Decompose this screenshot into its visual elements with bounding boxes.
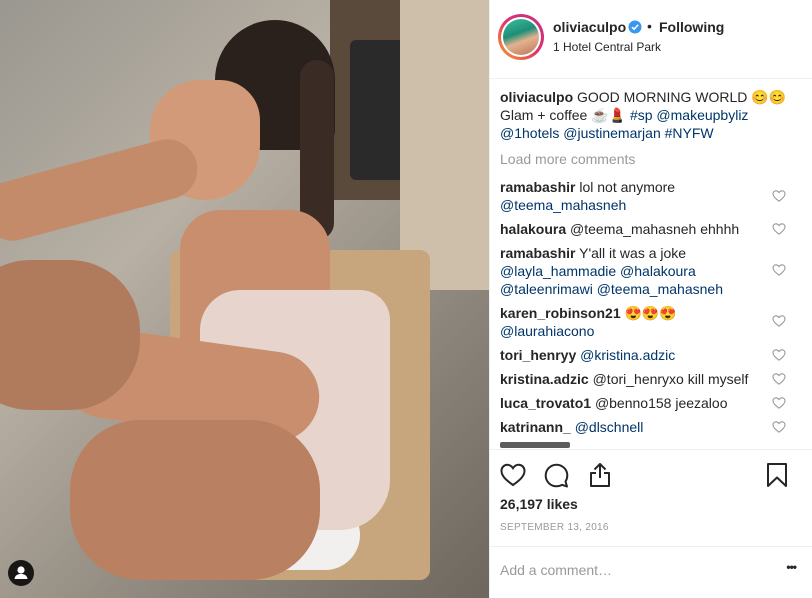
comment-text: lol not anymore <box>579 179 676 195</box>
post-actions: 26,197 likes SEPTEMBER 13, 2016 Add a co… <box>490 449 812 593</box>
comment-username[interactable]: ramabashir <box>500 179 575 195</box>
comment-item: tori_henryy @kristina.adzic <box>500 346 776 364</box>
comment-box-divider <box>490 546 812 547</box>
heart-icon[interactable] <box>772 189 786 203</box>
comment-mention[interactable]: @kristina.adzic <box>580 347 675 363</box>
post-date[interactable]: SEPTEMBER 13, 2016 <box>500 522 609 533</box>
comment-item: karen_robinson21 😍😍😍 @laurahiacono <box>500 304 776 340</box>
heart-icon[interactable] <box>772 348 786 362</box>
following-button[interactable]: Following <box>659 19 724 35</box>
comment-text: @benno158 jeezaloo <box>594 395 728 411</box>
comment-username[interactable]: ramabashir <box>500 245 575 261</box>
mention-justinemarjan[interactable]: @justinemarjan <box>563 125 660 141</box>
post-header: oliviaculpo • Following 1 Hotel Central … <box>490 0 812 79</box>
heart-icon[interactable] <box>772 420 786 434</box>
comment-mention[interactable]: @dlschnell <box>575 419 644 435</box>
heart-icon[interactable] <box>772 372 786 386</box>
post-sidebar: oliviaculpo • Following 1 Hotel Central … <box>489 0 812 598</box>
comment-item-partial <box>500 442 570 448</box>
comment-username[interactable]: kristina.adzic <box>500 371 589 387</box>
comment-icon[interactable] <box>544 463 569 488</box>
legs <box>70 420 320 580</box>
header-username[interactable]: oliviaculpo <box>553 19 626 35</box>
comment-text: 😍😍😍 <box>624 305 677 321</box>
comment-mention[interactable]: @taleenrimawi @teema_mahasneh <box>500 281 723 297</box>
bookmark-icon[interactable] <box>766 462 788 488</box>
user-tag-icon[interactable] <box>8 560 34 586</box>
heart-icon[interactable] <box>772 263 786 277</box>
caption-username[interactable]: oliviaculpo <box>500 89 573 105</box>
comment-mention[interactable]: @teema_mahasneh <box>500 197 626 213</box>
makeup-artist-arm-lower <box>0 260 140 410</box>
comment-item: ramabashir lol not anymore @teema_mahasn… <box>500 178 776 214</box>
wood-panel <box>400 0 489 290</box>
load-more-comments-button[interactable]: Load more comments <box>500 151 635 167</box>
heart-icon[interactable] <box>772 396 786 410</box>
caption-text-2: Glam + coffee ☕️💄 <box>500 107 627 123</box>
post-photo[interactable] <box>0 0 489 598</box>
caption-text: GOOD MORNING WORLD 😊😊 <box>577 89 787 105</box>
avatar[interactable] <box>498 14 544 60</box>
comment-username[interactable]: halakoura <box>500 221 566 237</box>
comment-mention[interactable]: @layla_hammadie @halakoura <box>500 263 696 279</box>
comment-username[interactable]: katrinann_ <box>500 419 571 435</box>
comment-mention[interactable]: @laurahiacono <box>500 323 594 339</box>
more-options-icon[interactable]: ••• <box>786 560 797 574</box>
comment-text: @teema_mahasneh ehhhh <box>570 221 740 237</box>
heart-icon[interactable] <box>500 463 526 487</box>
add-comment-input[interactable]: Add a comment… <box>500 562 612 578</box>
comments-list[interactable]: oliviaculpo GOOD MORNING WORLD 😊😊 Glam +… <box>490 80 812 448</box>
makeup-artist-arm <box>0 132 205 248</box>
comment-item: ramabashir Y'all it was a joke @layla_ha… <box>500 244 776 298</box>
mention-makeupbyliz[interactable]: @makeupbyliz <box>656 107 748 123</box>
comment-username[interactable]: karen_robinson21 <box>500 305 621 321</box>
location-link[interactable]: 1 Hotel Central Park <box>553 40 661 54</box>
mention-1hotels[interactable]: @1hotels <box>500 125 559 141</box>
likes-count[interactable]: 26,197 likes <box>500 496 578 512</box>
hashtag-sp[interactable]: #sp <box>630 107 653 123</box>
comment-text: @tori_henryxo kill myself <box>592 371 749 387</box>
caption: oliviaculpo GOOD MORNING WORLD 😊😊 Glam +… <box>500 88 802 142</box>
comment-username[interactable]: tori_henryy <box>500 347 576 363</box>
heart-icon[interactable] <box>772 314 786 328</box>
heart-icon[interactable] <box>772 222 786 236</box>
comment-text: Y'all it was a joke <box>579 245 687 261</box>
comment-item: halakoura @teema_mahasneh ehhhh <box>500 220 776 238</box>
verified-badge-icon <box>628 20 642 34</box>
comment-username[interactable]: luca_trovato1 <box>500 395 591 411</box>
comment-item: katrinann_ @dlschnell <box>500 418 776 436</box>
comment-item: kristina.adzic @tori_henryxo kill myself <box>500 370 776 388</box>
header-separator: • <box>647 18 652 34</box>
hashtag-nyfw[interactable]: #NYFW <box>665 125 714 141</box>
share-icon[interactable] <box>589 462 611 488</box>
comment-item: luca_trovato1 @benno158 jeezaloo <box>500 394 776 412</box>
